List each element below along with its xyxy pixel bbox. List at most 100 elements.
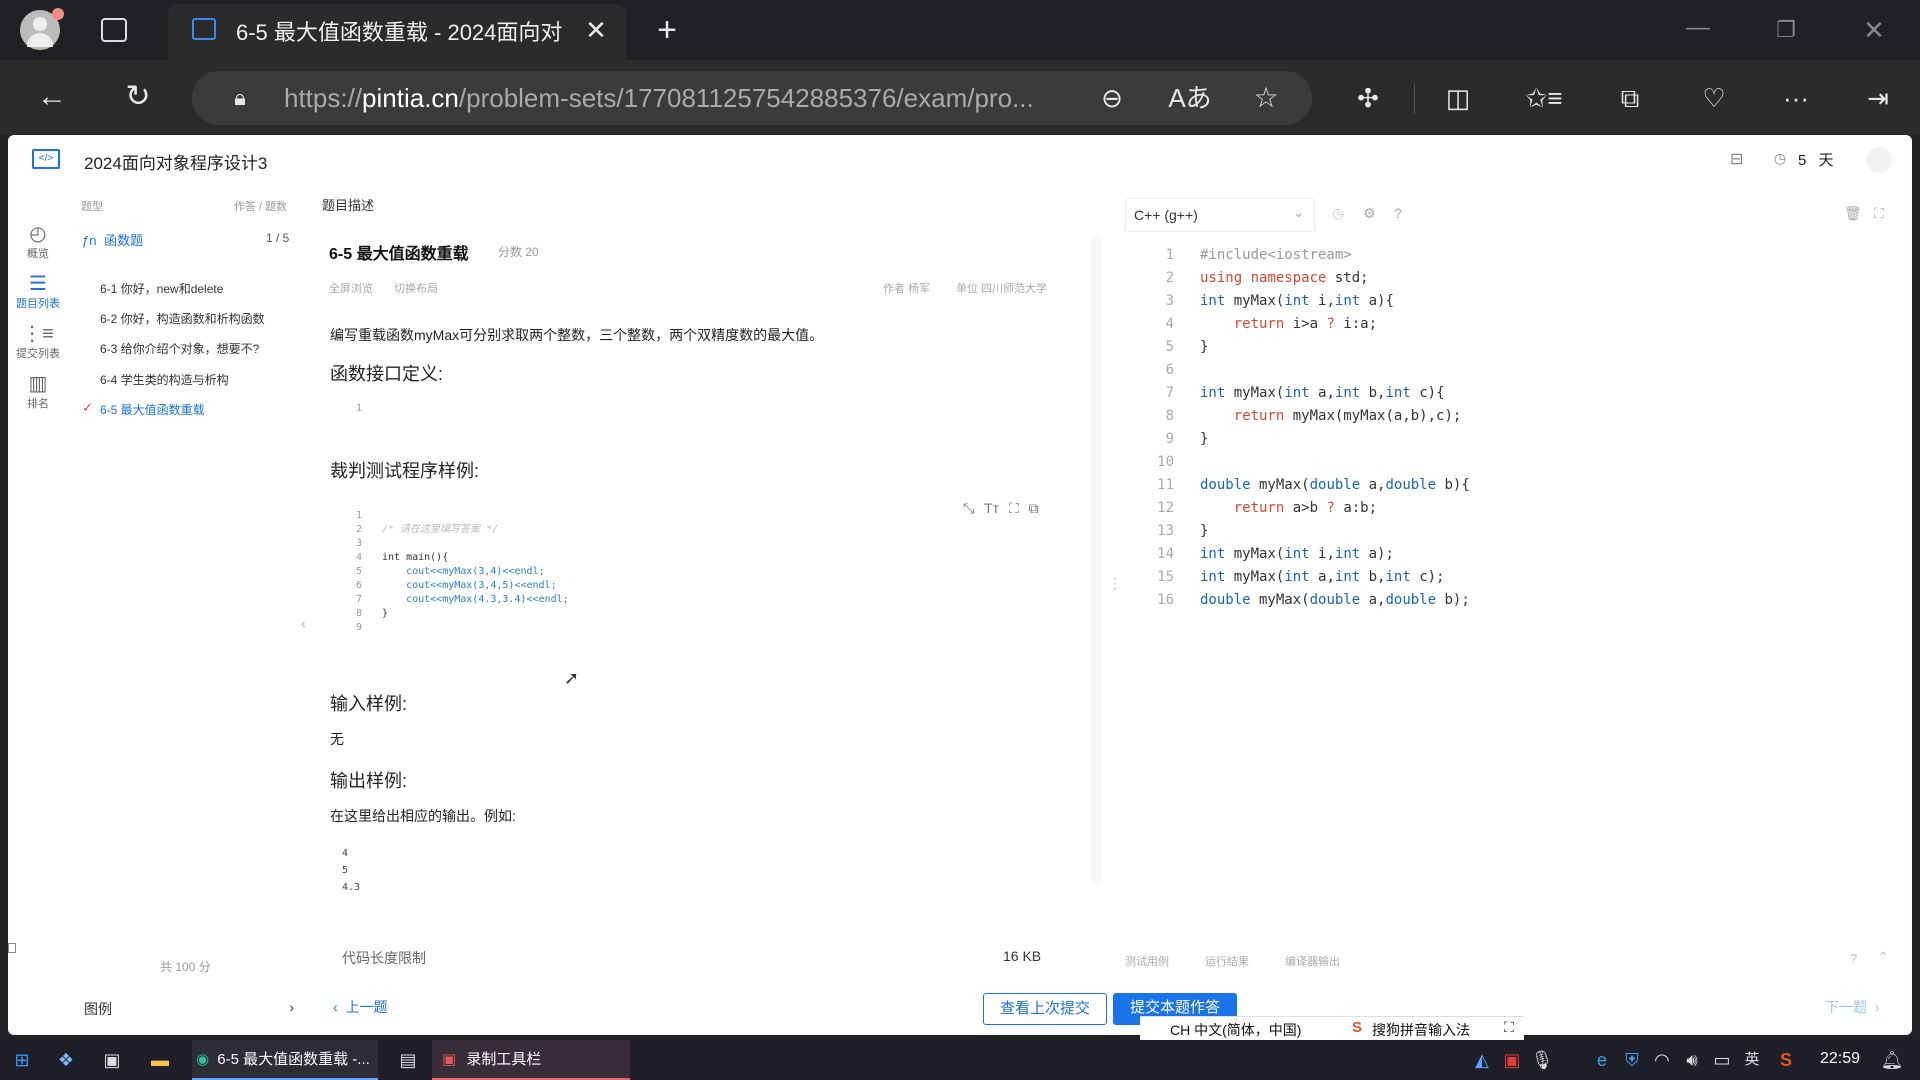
code-toolbar: ⤡ Tт ⛶ ⧉ bbox=[963, 500, 1039, 517]
history-icon[interactable]: ◷ bbox=[1332, 205, 1344, 222]
ime-language[interactable]: CH 中文(简体，中国) bbox=[1170, 1020, 1301, 1040]
rail-problem-list[interactable]: ☰ 题目列表 bbox=[8, 273, 68, 311]
tray-app-icon[interactable]: ◭ bbox=[1470, 1048, 1494, 1072]
collapse-icon[interactable]: ⤡ bbox=[963, 500, 974, 516]
favorite-star-icon[interactable]: ☆ bbox=[1244, 78, 1288, 118]
code-editor[interactable]: 1 #include<iostream> 2 using namespace std… bbox=[1134, 247, 1874, 647]
switch-layout-link[interactable]: 切换布局 bbox=[394, 280, 438, 296]
extensions-icon[interactable]: ✣ bbox=[1346, 78, 1390, 118]
editor-fullscreen-icon[interactable]: ⛶ bbox=[1874, 205, 1884, 222]
tray-edge-icon[interactable]: e bbox=[1590, 1048, 1614, 1072]
chevron-down-icon: ⌄ bbox=[1293, 205, 1304, 220]
wifi-icon[interactable]: ◠ bbox=[1650, 1048, 1674, 1072]
font-size-icon[interactable]: Tт bbox=[984, 500, 999, 516]
copilot-icon[interactable]: ❖ bbox=[54, 1048, 78, 1072]
settings-icon[interactable]: ⚙ bbox=[1363, 205, 1376, 222]
function-problem-group[interactable]: ƒn 函数题 bbox=[82, 230, 143, 249]
more-options-icon[interactable]: ··· bbox=[1774, 78, 1818, 118]
store-icon[interactable]: ▤ bbox=[396, 1048, 420, 1072]
minimize-icon[interactable]: — bbox=[1676, 8, 1720, 48]
problem-item-current[interactable]: 6-5 最大值函数重载 bbox=[100, 401, 205, 418]
tab-compiler-output[interactable]: 编译器输出 bbox=[1285, 953, 1340, 969]
question-icon[interactable]: ? bbox=[1850, 951, 1857, 966]
taskbar-edge-task[interactable]: ◉ 6-5 最大值函数重载 -... bbox=[192, 1040, 378, 1080]
volume-icon[interactable]: 🔊︎ bbox=[1680, 1048, 1704, 1072]
list-icon: ☰ bbox=[29, 273, 47, 295]
tab-actions-icon[interactable] bbox=[92, 10, 136, 50]
rail-overview-label: 概览 bbox=[27, 248, 49, 260]
problem-item[interactable]: 6-2 你好，构造函数和析构函数 bbox=[100, 310, 265, 327]
sidebar-toggle-icon[interactable]: ⇥ bbox=[1856, 78, 1900, 118]
interface-line-number: 1 bbox=[356, 403, 363, 414]
clock[interactable]: 22:59 bbox=[1820, 1050, 1860, 1068]
read-aloud-icon[interactable]: Aあ bbox=[1168, 78, 1212, 118]
recorder-icon: ▣ bbox=[442, 1051, 457, 1068]
task-view-icon[interactable]: ▣ bbox=[100, 1048, 124, 1072]
user-avatar[interactable] bbox=[1866, 147, 1892, 173]
refresh-icon[interactable]: ↻ bbox=[116, 77, 160, 117]
problem-item[interactable]: 6-4 学生类的构造与析构 bbox=[100, 371, 229, 388]
windows-start-icon[interactable]: ⊞ bbox=[10, 1048, 34, 1072]
help-icon[interactable]: ? bbox=[1394, 205, 1402, 221]
delete-icon[interactable]: 🗑︎ bbox=[1844, 205, 1862, 222]
file-explorer-icon[interactable]: ▬ bbox=[148, 1048, 172, 1072]
url-text[interactable]: https://pintia.cn/problem-sets/177081125… bbox=[284, 83, 1074, 114]
copy-icon[interactable]: ⧉ bbox=[1029, 500, 1039, 516]
rail-submissions[interactable]: ⋮≡ 提交列表 bbox=[8, 323, 68, 361]
fullscreen-link[interactable]: 全屏浏览 bbox=[329, 280, 373, 296]
rail-overview[interactable]: ◴ 概览 bbox=[8, 223, 68, 261]
prev-problem-link[interactable]: ‹ 上一题 bbox=[333, 997, 388, 1017]
sogou-tray-icon[interactable]: S bbox=[1774, 1048, 1798, 1072]
language-select[interactable]: C++ (g++) ⌄ bbox=[1125, 198, 1315, 232]
legend-button[interactable]: 图例 › bbox=[84, 999, 294, 1021]
ime-mode-indicator[interactable]: 英 bbox=[1740, 1048, 1764, 1072]
expand-corners-icon[interactable]: ⛶ bbox=[1504, 1019, 1514, 1036]
small-marker-icon bbox=[8, 943, 16, 953]
new-tab-icon[interactable]: + bbox=[645, 10, 689, 50]
close-window-icon[interactable]: ✕ bbox=[1852, 10, 1896, 50]
close-tab-icon[interactable]: ✕ bbox=[574, 10, 618, 50]
chevron-up-icon[interactable]: ⌃ bbox=[1878, 949, 1889, 965]
course-title[interactable]: 2024面向对象程序设计3 bbox=[84, 149, 267, 174]
problem-item[interactable]: 6-1 你好，new和delete bbox=[100, 280, 223, 297]
taskbar-recorder-task[interactable]: ▣ 录制工具栏 bbox=[432, 1040, 630, 1080]
ime-name[interactable]: 搜狗拼音输入法 bbox=[1372, 1020, 1470, 1040]
chevron-left-icon: ‹ bbox=[333, 999, 338, 1015]
restore-icon[interactable]: ❐ bbox=[1764, 10, 1808, 50]
tray-pdf-icon[interactable]: ▣ bbox=[1500, 1048, 1524, 1072]
security-icon[interactable]: ⛨ bbox=[1620, 1048, 1644, 1072]
problem-item[interactable]: 6-3 给你介绍个对象，想要不? bbox=[100, 340, 259, 357]
output-block: 4 5 4.3 bbox=[342, 845, 360, 896]
back-icon[interactable]: ← bbox=[30, 77, 74, 117]
description-scrollbar[interactable] bbox=[1091, 235, 1103, 885]
pta-logo-icon[interactable]: </> bbox=[32, 149, 60, 169]
browser-essentials-icon[interactable]: ♡ bbox=[1692, 78, 1736, 118]
code-line: 3 bbox=[356, 538, 363, 549]
rail-ranking[interactable]: ▥ 排名 bbox=[8, 373, 68, 411]
expand-icon[interactable]: ⛶ bbox=[1009, 500, 1019, 516]
tab-run-results[interactable]: 运行结果 bbox=[1205, 953, 1249, 969]
collections-icon[interactable]: ⧉ bbox=[1608, 78, 1652, 118]
profile-avatar[interactable] bbox=[20, 8, 64, 50]
zoom-icon[interactable]: ⊖ bbox=[1090, 78, 1134, 118]
view-last-submission-button[interactable]: 查看上次提交 bbox=[983, 993, 1107, 1025]
notification-bell-icon[interactable]: 🔔︎ bbox=[1880, 1048, 1904, 1072]
ime-status-bar: CH 中文(简体，中国) S 搜狗拼音输入法 ⛶ bbox=[1140, 1016, 1524, 1040]
battery-icon[interactable]: ▭ bbox=[1710, 1048, 1734, 1072]
favorites-icon[interactable]: ✩≡ bbox=[1522, 78, 1566, 118]
sidebar-collapse-icon[interactable]: ‹ bbox=[301, 615, 306, 631]
output-line: 4 bbox=[342, 848, 349, 859]
rail-submissions-label: 提交列表 bbox=[16, 348, 60, 360]
web-page: </> 2024面向对象程序设计3 ⊟ ◷ 5 天 ◴ 概览 ☰ 题目列表 ⋮≡ 提交… bbox=[8, 135, 1912, 1035]
lock-icon[interactable]: 🔒︎ bbox=[218, 78, 262, 118]
left-rail: ◴ 概览 ☰ 题目列表 ⋮≡ 提交列表 ▥ 排名 bbox=[8, 185, 68, 585]
split-screen-icon[interactable]: ◫ bbox=[1436, 78, 1480, 118]
section-label: 题目描述 bbox=[322, 198, 375, 213]
panel-resize-handle[interactable]: ⋮ bbox=[1108, 575, 1122, 592]
author: 作者 杨军 bbox=[883, 283, 931, 295]
microphone-icon[interactable]: 🎙︎ bbox=[1530, 1048, 1554, 1072]
next-problem-link[interactable]: 下一题 › bbox=[1825, 997, 1880, 1017]
toolbox-icon[interactable]: ⊟ bbox=[1730, 149, 1743, 169]
problem-title: 6-5 最大值函数重载 bbox=[329, 246, 469, 263]
tab-test-cases[interactable]: 测试用例 bbox=[1125, 953, 1169, 969]
